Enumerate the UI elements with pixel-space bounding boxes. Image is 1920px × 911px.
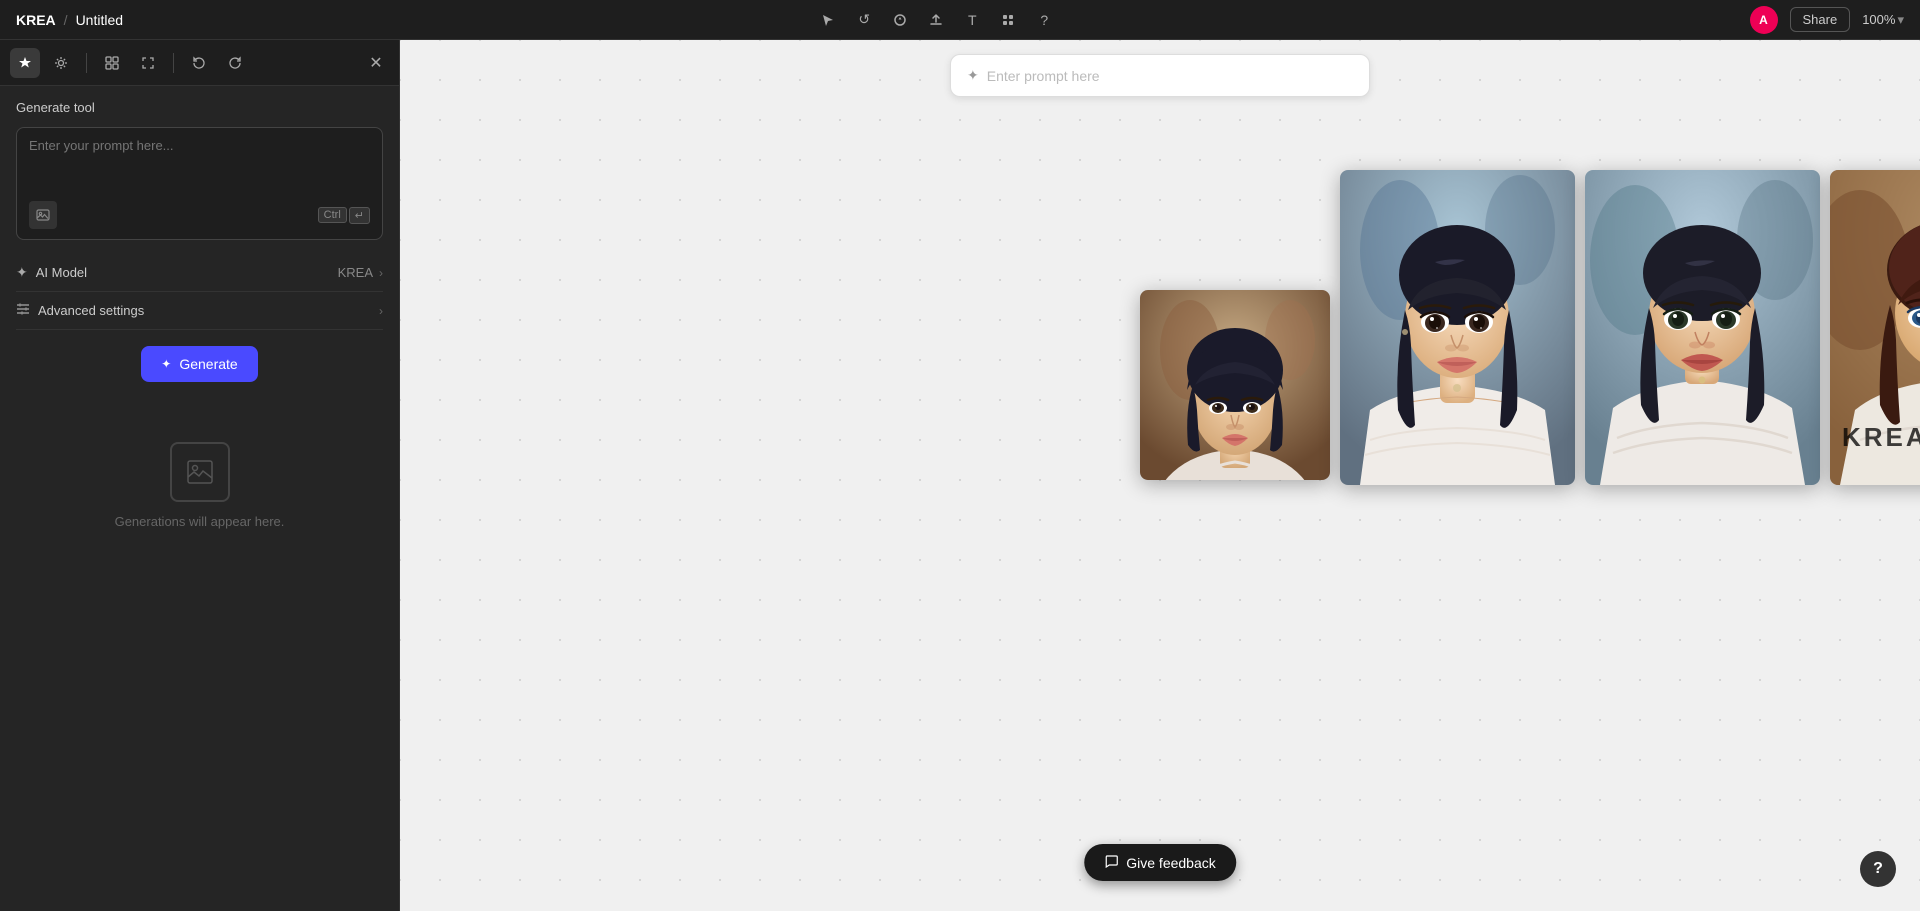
sidebar-content: Generate tool Ctrl ↵	[0, 86, 399, 911]
help-icon: ?	[1873, 860, 1883, 878]
ai-model-right: KREA ›	[338, 265, 383, 280]
advanced-settings-label: Advanced settings	[38, 303, 144, 318]
image-card-2[interactable]	[1340, 170, 1575, 485]
prompt-bar-text: Enter prompt here	[987, 68, 1353, 84]
empty-state-icon	[170, 442, 230, 502]
prompt-bar[interactable]: ✦ Enter prompt here	[950, 54, 1370, 97]
generate-button[interactable]: ✦ Generate	[141, 346, 257, 382]
nav-tool-assets[interactable]	[994, 6, 1022, 34]
advanced-settings-icon	[16, 302, 30, 319]
ai-model-left: ✦ AI Model	[16, 264, 87, 281]
generate-button-icon: ✦	[161, 357, 171, 371]
zoom-level[interactable]: 100%▾	[1862, 12, 1904, 28]
canvas-area[interactable]: ✦ Enter prompt here	[400, 40, 1920, 911]
kbd-enter: ↵	[349, 207, 370, 224]
share-button[interactable]: Share	[1790, 7, 1851, 32]
empty-state-text: Generations will appear here.	[115, 514, 285, 529]
kbd-ctrl: Ctrl	[318, 207, 347, 223]
nav-tool-help[interactable]: ?	[1030, 6, 1058, 34]
nav-tool-text[interactable]: T	[958, 6, 986, 34]
portrait-svg-1	[1140, 290, 1330, 480]
advanced-settings-left: Advanced settings	[16, 302, 144, 319]
prompt-area: Ctrl ↵	[16, 127, 383, 240]
toolbar-separator-2	[173, 53, 174, 73]
portrait-svg-3	[1585, 170, 1820, 485]
app-logo: KREA	[16, 12, 56, 28]
keyboard-hint: Ctrl ↵	[318, 207, 370, 224]
nav-left: KREA / Untitled	[16, 12, 123, 28]
tool-settings[interactable]	[46, 48, 76, 78]
prompt-input[interactable]	[29, 138, 370, 188]
feedback-icon	[1104, 854, 1118, 871]
nav-tool-upload[interactable]	[922, 6, 950, 34]
nav-tool-undo[interactable]: ↺	[850, 6, 878, 34]
nav-tool-generate[interactable]	[886, 6, 914, 34]
tool-undo[interactable]	[184, 48, 214, 78]
nav-divider: /	[64, 12, 68, 28]
advanced-settings-chevron: ›	[379, 304, 383, 318]
main-area: ✕ Generate tool Ctrl	[0, 40, 1920, 911]
prompt-image-icon[interactable]	[29, 201, 57, 229]
toolbar-separator	[86, 53, 87, 73]
prompt-bar-icon: ✦	[967, 67, 979, 84]
ai-model-chevron: ›	[379, 266, 383, 280]
ai-model-label: AI Model	[36, 265, 87, 280]
help-button[interactable]: ?	[1860, 851, 1896, 887]
document-title[interactable]: Untitled	[76, 12, 123, 28]
ai-model-icon: ✦	[16, 264, 28, 281]
user-avatar[interactable]: A	[1750, 6, 1778, 34]
nav-tool-cursor[interactable]	[814, 6, 842, 34]
nav-right: A Share 100%▾	[1750, 6, 1904, 34]
image-grid: KREA	[1140, 170, 1920, 485]
advanced-settings-row[interactable]: Advanced settings ›	[16, 292, 383, 330]
image-card-3[interactable]	[1585, 170, 1820, 485]
tool-redo[interactable]	[220, 48, 250, 78]
tool-group[interactable]	[97, 48, 127, 78]
prompt-footer: Ctrl ↵	[29, 201, 370, 229]
ai-model-row[interactable]: ✦ AI Model KREA ›	[16, 254, 383, 292]
tool-expand[interactable]	[133, 48, 163, 78]
feedback-label: Give feedback	[1126, 855, 1216, 871]
top-navigation: KREA / Untitled ↺ T ? A Share 100%▾	[0, 0, 1920, 40]
image-card-4[interactable]: KREA	[1830, 170, 1920, 485]
advanced-settings-right: ›	[379, 304, 383, 318]
krea-watermark: KREA	[1842, 422, 1920, 453]
portrait-svg-2	[1340, 170, 1575, 485]
generate-btn-wrapper: ✦ Generate	[16, 330, 383, 382]
image-card-1[interactable]	[1140, 290, 1330, 480]
sidebar-panel: ✕ Generate tool Ctrl	[0, 40, 400, 911]
nav-tools: ↺ T ?	[814, 6, 1058, 34]
ai-model-value: KREA	[338, 265, 373, 280]
tool-generate[interactable]	[10, 48, 40, 78]
feedback-button[interactable]: Give feedback	[1084, 844, 1236, 881]
panel-close-button[interactable]: ✕	[363, 50, 389, 76]
generate-button-label: Generate	[179, 356, 237, 372]
panel-title: Generate tool	[16, 100, 383, 115]
sidebar-toolbar: ✕	[0, 40, 399, 86]
empty-state: Generations will appear here.	[16, 442, 383, 529]
